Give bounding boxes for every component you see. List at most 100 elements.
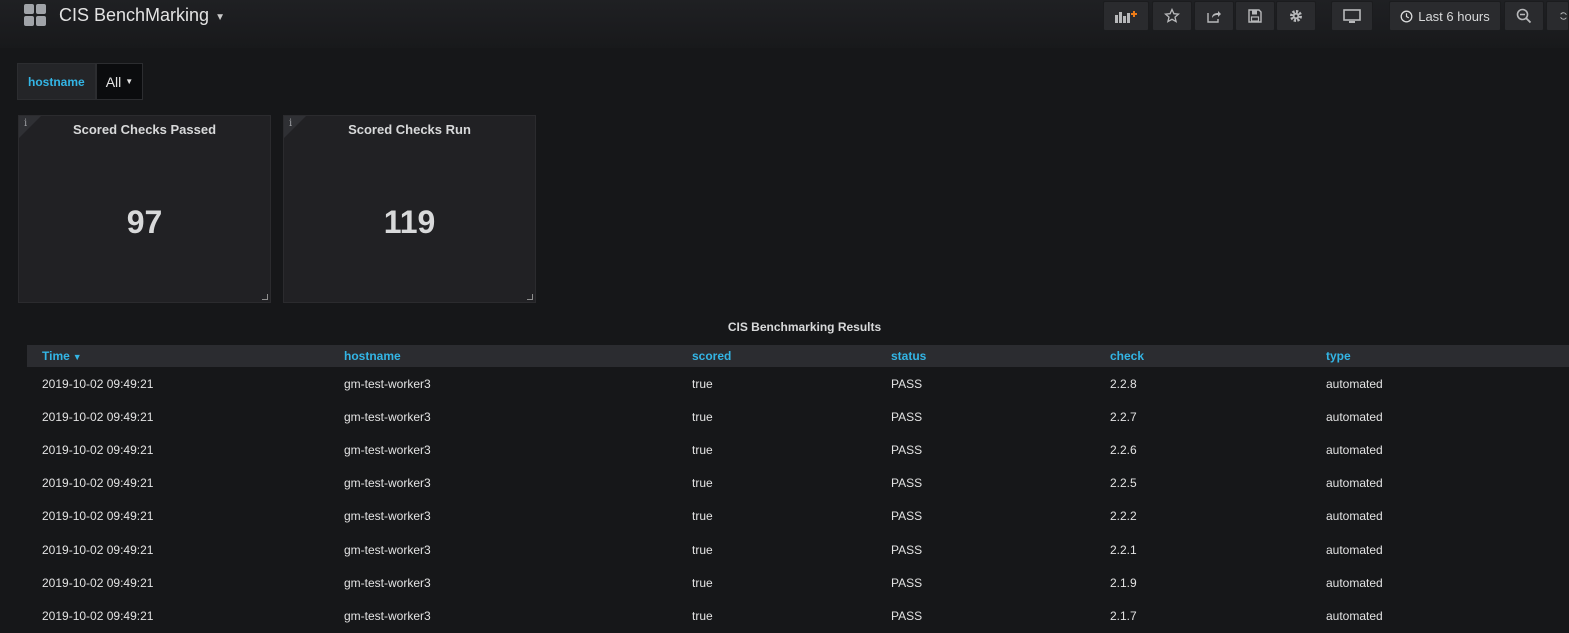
cell-scored: true	[692, 509, 713, 524]
hostname-variable-select[interactable]: All ▼	[95, 63, 144, 100]
zoom-out-button[interactable]	[1504, 1, 1544, 31]
star-button[interactable]	[1152, 1, 1192, 31]
cell-hostname: gm-test-worker3	[344, 442, 431, 457]
refresh-button[interactable]	[1546, 1, 1569, 31]
table-row: 2019-10-02 09:49:21 gm-test-worker3 true PA…	[27, 599, 1569, 632]
share-icon	[1207, 11, 1221, 23]
cell-type: automated	[1326, 575, 1383, 590]
column-header-scored[interactable]: scored	[692, 345, 891, 367]
cell-type: automated	[1326, 409, 1383, 424]
cell-scored: true	[692, 409, 713, 424]
cell-type: automated	[1326, 542, 1383, 557]
cell-type: automated	[1326, 376, 1383, 391]
cell-status: PASS	[891, 509, 923, 524]
template-variables: hostname All ▼	[17, 63, 144, 100]
resize-handle-icon[interactable]	[527, 294, 533, 300]
cell-status: PASS	[891, 376, 923, 391]
cell-check: 2.2.1	[1110, 542, 1137, 557]
cell-time: 2019-10-02 09:49:21	[42, 476, 154, 491]
cell-type: automated	[1326, 509, 1383, 524]
stat-panel-scored-checks-run[interactable]: i Scored Checks Run 119	[283, 115, 536, 303]
refresh-icon	[1560, 12, 1567, 20]
cell-hostname: gm-test-worker3	[344, 575, 431, 590]
save-button[interactable]	[1235, 1, 1275, 31]
zoom-out-icon	[1516, 8, 1532, 24]
column-header-hostname[interactable]: hostname	[344, 345, 692, 367]
cell-status: PASS	[891, 442, 923, 457]
cell-check: 2.2.5	[1110, 476, 1137, 491]
cell-hostname: gm-test-worker3	[344, 509, 431, 524]
results-table: Time ▼ hostname scored status check type …	[27, 345, 1569, 633]
stat-panel-scored-checks-passed[interactable]: i Scored Checks Passed 97	[18, 115, 271, 303]
share-button[interactable]	[1194, 1, 1234, 31]
cell-scored: true	[692, 476, 713, 491]
star-icon	[1164, 8, 1180, 23]
table-row: 2019-10-02 09:49:21 gm-test-worker3 true PA…	[27, 500, 1569, 533]
panel-title[interactable]: Scored Checks Passed	[19, 122, 270, 137]
gear-icon	[1290, 10, 1302, 22]
column-header-time[interactable]: Time ▼	[27, 345, 344, 367]
cell-type: automated	[1326, 608, 1383, 623]
clock-icon	[1400, 10, 1413, 22]
view-mode-button[interactable]	[1331, 1, 1373, 31]
time-range-label: Last 6 hours	[1418, 8, 1490, 24]
cell-scored: true	[692, 608, 713, 623]
cell-scored: true	[692, 542, 713, 557]
top-navbar: CIS BenchMarking ▼ Last 6 hours	[0, 0, 1569, 48]
variable-label-hostname: hostname	[17, 63, 96, 100]
cell-status: PASS	[891, 476, 923, 491]
cell-scored: true	[692, 442, 713, 457]
table-row: 2019-10-02 09:49:21 gm-test-worker3 true PA…	[27, 533, 1569, 566]
cell-scored: true	[692, 376, 713, 391]
table-row: 2019-10-02 09:49:21 gm-test-worker3 true PA…	[27, 433, 1569, 466]
add-panel-button[interactable]	[1103, 1, 1149, 31]
cell-hostname: gm-test-worker3	[344, 476, 431, 491]
resize-handle-icon[interactable]	[262, 294, 268, 300]
variable-value: All	[105, 73, 122, 90]
cell-status: PASS	[891, 542, 923, 557]
dashboard-picker[interactable]: CIS BenchMarking ▼	[24, 4, 225, 26]
table-row: 2019-10-02 09:49:21 gm-test-worker3 true PA…	[27, 566, 1569, 599]
cell-check: 2.2.2	[1110, 509, 1137, 524]
cell-type: automated	[1326, 476, 1383, 491]
cell-time: 2019-10-02 09:49:21	[42, 608, 154, 623]
stat-value: 119	[383, 204, 436, 240]
column-header-status[interactable]: status	[891, 345, 1110, 367]
table-panel-title[interactable]: CIS Benchmarking Results	[20, 320, 1569, 334]
stat-value: 97	[126, 204, 163, 240]
save-icon	[1248, 9, 1262, 23]
cell-time: 2019-10-02 09:49:21	[42, 376, 154, 391]
dashboard-title[interactable]: CIS BenchMarking	[59, 5, 209, 26]
sort-desc-icon: ▼	[72, 352, 82, 362]
cell-check: 2.2.7	[1110, 409, 1137, 424]
cell-hostname: gm-test-worker3	[344, 409, 431, 424]
table-row: 2019-10-02 09:49:21 gm-test-worker3 true PA…	[27, 467, 1569, 500]
cell-time: 2019-10-02 09:49:21	[42, 409, 154, 424]
table-row: 2019-10-02 09:49:21 gm-test-worker3 true PA…	[27, 400, 1569, 433]
chevron-down-icon: ▼	[215, 11, 225, 23]
cell-status: PASS	[891, 608, 923, 623]
cell-check: 2.2.6	[1110, 442, 1137, 457]
cell-hostname: gm-test-worker3	[344, 542, 431, 557]
cell-time: 2019-10-02 09:49:21	[42, 542, 154, 557]
cell-time: 2019-10-02 09:49:21	[42, 442, 154, 457]
settings-button[interactable]	[1276, 1, 1316, 31]
panel-title[interactable]: Scored Checks Run	[284, 122, 535, 137]
cell-check: 2.2.8	[1110, 376, 1137, 391]
cell-type: automated	[1326, 442, 1383, 457]
dashboard-grid-icon	[24, 4, 46, 26]
cell-check: 2.1.9	[1110, 575, 1137, 590]
cell-time: 2019-10-02 09:49:21	[42, 509, 154, 524]
cell-hostname: gm-test-worker3	[344, 376, 431, 391]
table-row: 2019-10-02 09:49:21 gm-test-worker3 true PA…	[27, 367, 1569, 400]
column-header-type[interactable]: type	[1326, 345, 1569, 367]
cell-time: 2019-10-02 09:49:21	[42, 575, 154, 590]
cell-status: PASS	[891, 409, 923, 424]
cell-hostname: gm-test-worker3	[344, 608, 431, 623]
time-range-picker[interactable]: Last 6 hours	[1389, 1, 1501, 31]
cell-scored: true	[692, 575, 713, 590]
cell-check: 2.1.7	[1110, 608, 1137, 623]
monitor-icon	[1343, 9, 1361, 23]
column-header-check[interactable]: check	[1110, 345, 1326, 367]
cell-status: PASS	[891, 575, 923, 590]
